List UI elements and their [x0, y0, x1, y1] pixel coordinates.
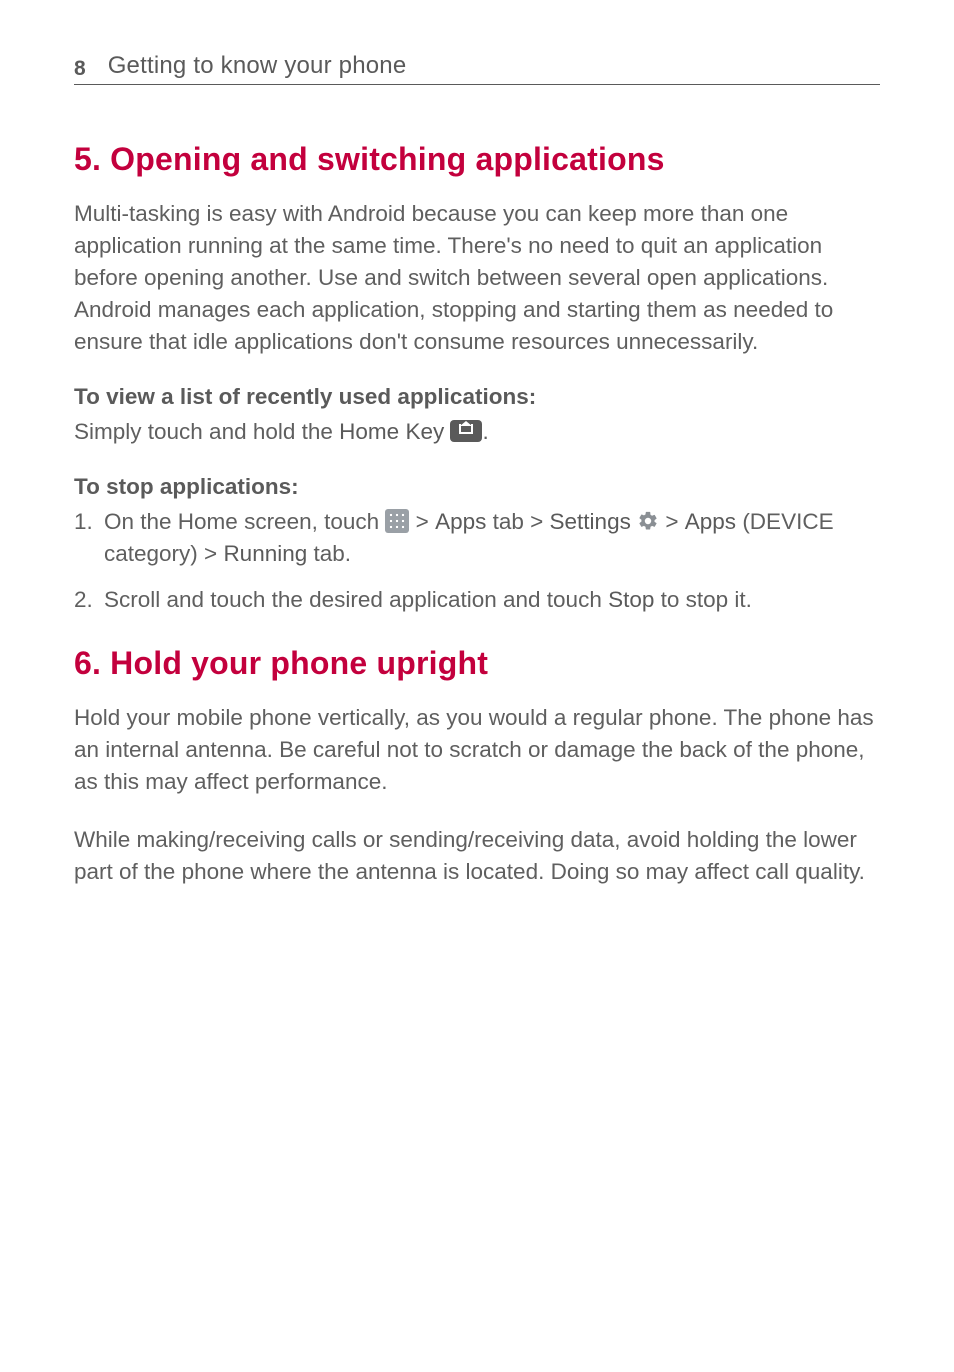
apps-tab-label: Apps	[435, 509, 486, 534]
home-key-label: Home Key	[339, 419, 444, 444]
section-6-p2: While making/receiving calls or sending/…	[74, 824, 880, 888]
list-item: 1. On the Home screen, touch > Apps tab …	[74, 506, 880, 570]
chapter-title: Getting to know your phone	[108, 52, 407, 80]
text-fragment: .	[482, 419, 488, 444]
subheading-stop-apps: To stop applications:	[74, 474, 880, 500]
stop-apps-steps: 1. On the Home screen, touch > Apps tab …	[74, 506, 880, 616]
subheading-recent-apps: To view a list of recently used applicat…	[74, 384, 880, 410]
text-fragment: Scroll and touch the desired application…	[104, 587, 608, 612]
settings-label: Settings	[550, 509, 631, 534]
text-fragment: Simply touch and hold the	[74, 419, 339, 444]
running-tab-label: Running	[223, 541, 307, 566]
recent-apps-instruction: Simply touch and hold the Home Key .	[74, 416, 880, 448]
text-fragment: On the Home screen, touch	[104, 509, 385, 534]
apps-grid-icon	[385, 509, 409, 533]
section-5-intro: Multi-tasking is easy with Android becau…	[74, 198, 880, 358]
section-6-p1: Hold your mobile phone vertically, as yo…	[74, 702, 880, 798]
text-fragment: >	[409, 509, 435, 534]
text-fragment: >	[659, 509, 685, 534]
page-header: 8 Getting to know your phone	[74, 52, 880, 85]
step-number: 2.	[74, 584, 93, 616]
step-number: 1.	[74, 506, 93, 538]
stop-label: Stop	[608, 587, 654, 612]
text-fragment: tab >	[486, 509, 549, 534]
apps-label: Apps	[685, 509, 736, 534]
home-key-icon	[450, 420, 482, 442]
heading-5: 5. Opening and switching applications	[74, 141, 880, 178]
text-fragment: tab.	[307, 541, 351, 566]
heading-6: 6. Hold your phone upright	[74, 645, 880, 682]
page-number: 8	[74, 57, 86, 81]
settings-gear-icon	[637, 510, 659, 532]
text-fragment: to stop it.	[654, 587, 752, 612]
list-item: 2. Scroll and touch the desired applicat…	[74, 584, 880, 616]
